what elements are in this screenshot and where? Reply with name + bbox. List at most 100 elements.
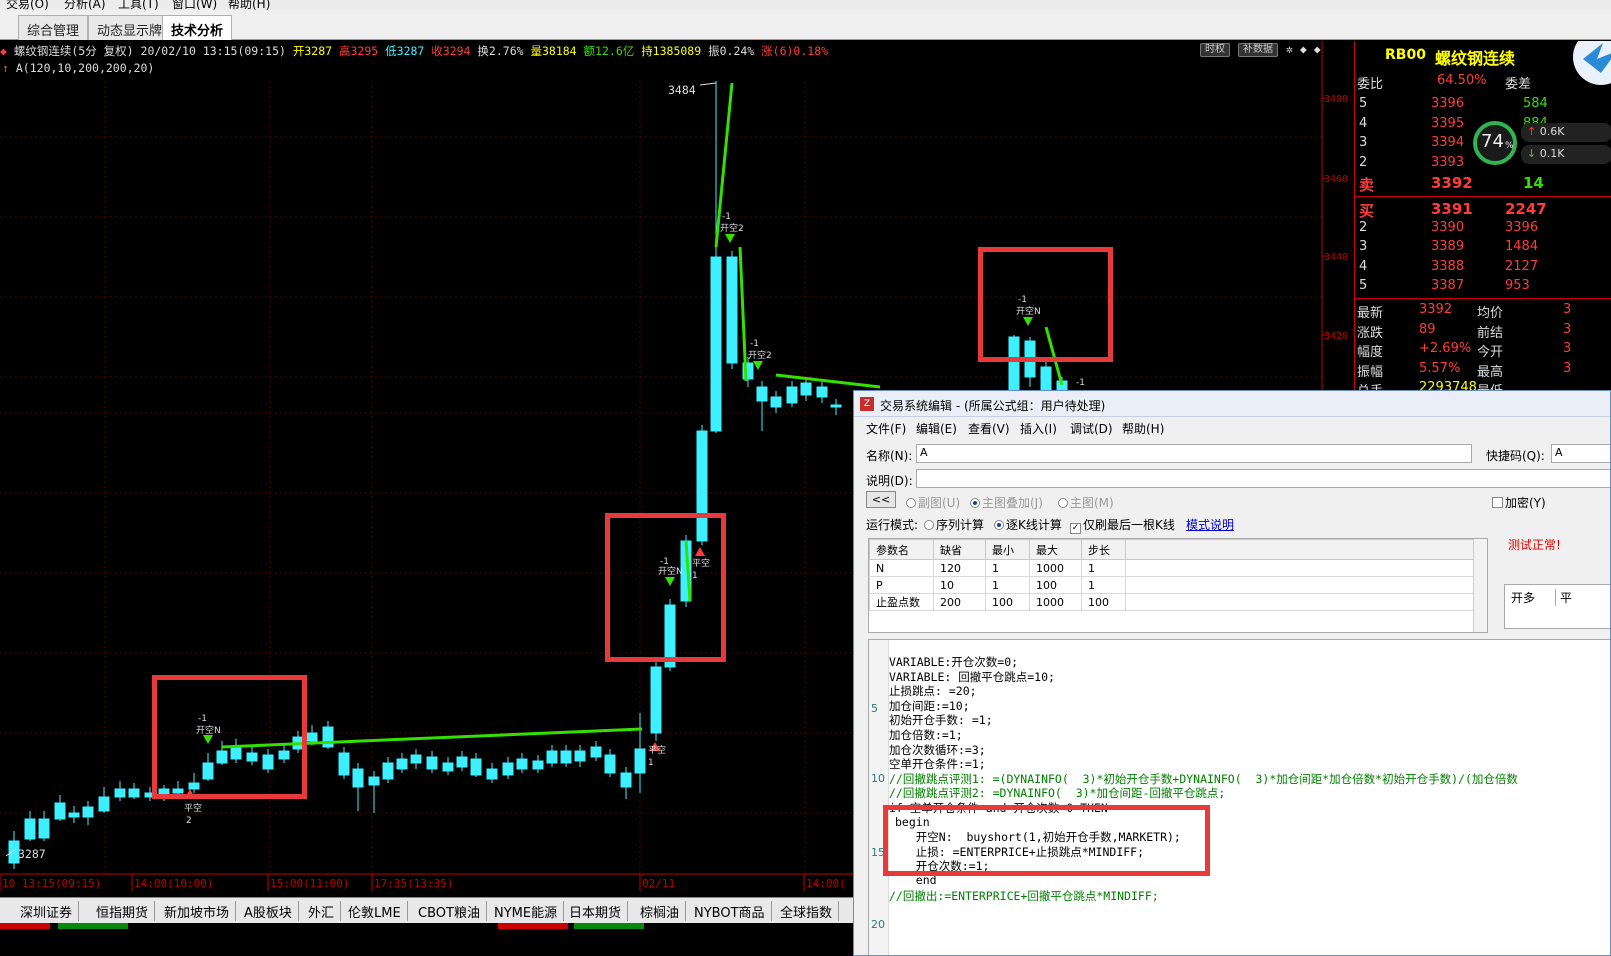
param-cell[interactable]: 1000 xyxy=(1029,593,1082,611)
dlg-menu-file[interactable]: 文件(F) xyxy=(866,420,906,437)
opt-sub-chart[interactable]: 副图(U) xyxy=(906,494,960,511)
menu-analysis[interactable]: 分析(A) xyxy=(64,0,106,10)
code-line[interactable]: //回撤出:=ENTERPRICE+回撤平仓跳点*MINDIFF; xyxy=(889,888,1159,904)
menu-window[interactable]: 窗口(W) xyxy=(172,0,217,10)
param-header[interactable]: 步长 xyxy=(1081,539,1126,560)
only-last-checkbox[interactable]: ✓ 仅刷最后一根K线 xyxy=(1070,516,1175,534)
market-tab[interactable]: NYME能源 xyxy=(488,901,565,921)
dialog-title-bar[interactable]: Z 交易系统编辑 - (所属公式组：用户待处理) xyxy=(854,391,1610,417)
tab-dynamic[interactable]: 动态显示牌 xyxy=(88,15,172,40)
dlg-menu-help[interactable]: 帮助(H) xyxy=(1122,420,1164,437)
param-cell[interactable]: 1 xyxy=(985,559,1030,577)
buy-price: 3390 xyxy=(1431,219,1465,235)
param-cell[interactable]: 1 xyxy=(1081,576,1126,594)
run-kline-radio[interactable]: 逐K线计算 xyxy=(994,516,1062,533)
param-cell[interactable]: 200 xyxy=(933,593,986,611)
signal-minus-label: -1 xyxy=(722,212,731,222)
y-tick-label: 3440 xyxy=(1324,252,1348,263)
y-tick-label: 3420 xyxy=(1324,331,1348,342)
run-seq-radio[interactable]: 序列计算 xyxy=(924,516,984,533)
mode-help-link[interactable]: 模式说明 xyxy=(1186,516,1234,533)
param-cell-filler xyxy=(1125,593,1486,611)
trading-system-editor-dialog[interactable]: Z 交易系统编辑 - (所属公式组：用户待处理) 文件(F) 编辑(E) 查看(… xyxy=(853,390,1611,956)
dlg-menu-debug[interactable]: 调试(D) xyxy=(1070,420,1113,437)
param-cell[interactable]: 100 xyxy=(985,593,1030,611)
time-weight-button[interactable]: 时权 xyxy=(1200,43,1230,57)
market-tab[interactable]: NYBOT商品 xyxy=(688,901,772,921)
sell-level: 2 xyxy=(1359,154,1368,170)
market-tab[interactable]: 日本期货 xyxy=(563,901,629,921)
param-cell[interactable]: 1 xyxy=(1081,559,1126,577)
signal-open-short-label: 开空2 xyxy=(720,222,744,234)
code-line[interactable]: 初始开仓手数: =1; xyxy=(889,712,993,728)
param-cell[interactable]: 100 xyxy=(1029,576,1082,594)
buy-price: 3391 xyxy=(1431,200,1473,218)
code-editor[interactable]: 5 10 15 20 VARIABLE:开仓次数=0; VARIABLE: 回撤平… xyxy=(868,639,1610,955)
name-input[interactable]: A xyxy=(916,444,1472,463)
candle-body xyxy=(442,762,454,772)
encrypt-checkbox[interactable]: 加密(Y) xyxy=(1492,494,1546,511)
code-line[interactable]: //回撤跳点评测1: =(DYNAINFO( 3)*初始开仓手数+DYNAINF… xyxy=(889,771,1518,787)
collapse-button[interactable]: << xyxy=(866,491,896,508)
market-tab[interactable]: 深圳证券 xyxy=(14,901,80,921)
market-tab[interactable]: A股板块 xyxy=(238,901,299,921)
chart-close: 收3294 xyxy=(431,44,471,58)
tab-overview[interactable]: 综合管理 xyxy=(18,15,89,40)
param-cell[interactable]: 止盈点数 xyxy=(869,593,934,611)
sell-level: 3 xyxy=(1359,135,1368,150)
param-header[interactable]: 参数名 xyxy=(869,539,934,560)
desc-input[interactable] xyxy=(916,469,1610,488)
tab-open-long[interactable]: 开多 xyxy=(1511,589,1535,606)
opt-main-overlay[interactable]: 主图叠加(J) xyxy=(970,494,1043,511)
code-line[interactable]: 止损跳点: =20; xyxy=(889,683,977,699)
param-row[interactable]: N 120 1 1000 1 xyxy=(869,559,1486,577)
stat-label: 振幅 xyxy=(1357,364,1384,380)
chart-toolbar-icons[interactable]: ✲ ◆ ◆ xyxy=(1286,42,1321,56)
menu-trade[interactable]: 交易(O) xyxy=(6,0,49,10)
dlg-menu-edit[interactable]: 编辑(E) xyxy=(916,420,957,437)
param-row[interactable]: 止盈点数 200 100 1000 100 xyxy=(869,593,1486,611)
param-header[interactable]: 缺省 xyxy=(933,539,986,560)
param-cell[interactable]: P xyxy=(869,576,934,594)
param-cell[interactable]: N xyxy=(869,559,934,577)
param-cell[interactable]: 10 xyxy=(933,576,986,594)
market-tab[interactable]: CBOT粮油 xyxy=(412,901,487,921)
code-line[interactable]: 空单开仓条件:=1; xyxy=(889,756,986,772)
param-cell[interactable]: 1 xyxy=(985,576,1030,594)
code-line[interactable]: 加仓次数循环:=3; xyxy=(889,742,986,758)
code-line[interactable]: //回撤跳点评测2: =DYNAINFO( 3)*加仓间距-回撤平仓跳点; xyxy=(889,785,1225,801)
param-cell[interactable]: 100 xyxy=(1081,593,1126,611)
param-row[interactable]: P 10 1 100 1 xyxy=(869,576,1486,594)
param-scrollbar[interactable] xyxy=(1473,539,1487,632)
opt-main-chart[interactable]: 主图(M) xyxy=(1058,494,1114,511)
hotkey-input[interactable]: A xyxy=(1551,444,1610,463)
param-header[interactable]: 最小 xyxy=(985,539,1030,560)
market-tab[interactable]: 新加坡市场 xyxy=(158,901,237,921)
code-line[interactable]: VARIABLE:开仓次数=0; xyxy=(889,654,1018,670)
tab-technical[interactable]: 技术分析 xyxy=(162,15,233,40)
market-tab[interactable]: 棕榈油 xyxy=(634,901,687,921)
fill-data-button[interactable]: 补数据 xyxy=(1238,43,1278,57)
menu-tools[interactable]: 工具(T) xyxy=(118,0,159,10)
buy-level: 2 xyxy=(1359,219,1368,235)
dlg-menu-insert[interactable]: 插入(I) xyxy=(1020,420,1057,437)
code-line[interactable]: 加仓倍数:=1; xyxy=(889,727,963,743)
market-tab[interactable]: 恒指期货 xyxy=(90,901,156,921)
indicator-line: ↑ A(120,10,200,200,20) xyxy=(2,61,155,75)
candle-body xyxy=(338,752,350,776)
code-line[interactable]: VARIABLE: 回撤平仓跳点=10; xyxy=(889,669,1055,685)
param-header[interactable]: 最大 xyxy=(1029,539,1082,560)
chart-change: 涨(6)0.18% xyxy=(761,44,829,58)
market-tab[interactable]: 全球指数 xyxy=(774,901,840,921)
param-cell[interactable]: 1000 xyxy=(1029,559,1082,577)
param-table[interactable]: 参数名 缺省 最小 最大 步长 N 120 1 1000 1 P 10 1 100 1 止盈点数 200 100 1… xyxy=(868,538,1488,633)
chart-open: 开3287 xyxy=(292,44,333,58)
tab-close[interactable]: 平 xyxy=(1555,589,1572,606)
code-line[interactable]: 加仓间距:=10; xyxy=(889,698,970,714)
market-tab[interactable]: 伦敦LME xyxy=(342,901,408,921)
param-cell[interactable]: 120 xyxy=(933,559,986,577)
menu-help[interactable]: 帮助(H) xyxy=(228,0,270,10)
market-tab[interactable]: 外汇 xyxy=(302,901,342,921)
dlg-menu-view[interactable]: 查看(V) xyxy=(968,420,1010,437)
signal-close-short-label: 平空 xyxy=(184,802,202,814)
